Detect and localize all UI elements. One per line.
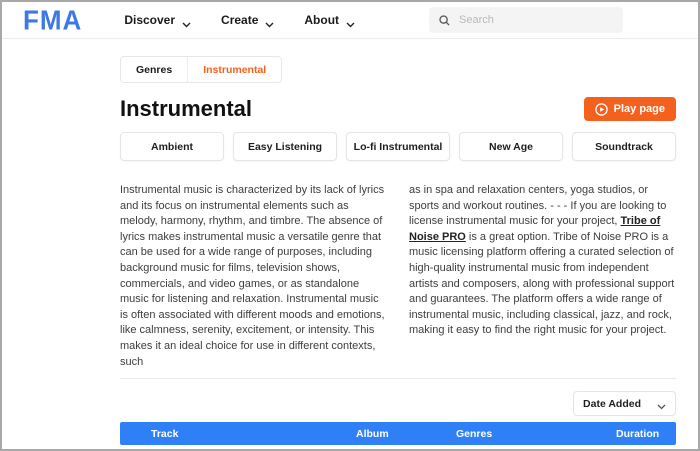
sort-row: Date Added: [120, 391, 676, 416]
chevron-down-icon: [182, 17, 191, 23]
breadcrumb-instrumental[interactable]: Instrumental: [187, 57, 281, 82]
description-left-column: Instrumental music is characterized by i…: [120, 183, 387, 370]
nav-item-about[interactable]: About: [304, 13, 355, 27]
nav-item-create[interactable]: Create: [221, 13, 274, 27]
main-content: Genres Instrumental Instrumental Play pa…: [120, 39, 676, 451]
page-title: Instrumental: [120, 96, 252, 122]
chevron-down-icon: [265, 17, 274, 23]
subgenre-filters: Ambient Easy Listening Lo-fi Instrumenta…: [120, 132, 676, 161]
play-circle-icon: [595, 103, 608, 116]
chevron-down-icon: [346, 17, 355, 23]
nav-item-label: Create: [221, 13, 258, 27]
table-header-row: Track Album Genres Duration: [120, 422, 676, 445]
column-header-duration: Duration: [616, 428, 680, 440]
track-table: Track Album Genres Duration Orch. Min. #…: [120, 422, 676, 451]
fma-logo[interactable]: FMA: [23, 6, 82, 33]
search-icon: [439, 15, 450, 26]
play-page-button[interactable]: Play page: [584, 97, 676, 121]
description-text: is a great option. Tribe of Noise PRO is…: [409, 231, 674, 337]
filter-easy-listening[interactable]: Easy Listening: [233, 132, 337, 161]
title-row: Instrumental Play page: [120, 96, 676, 122]
nav-item-label: About: [304, 13, 339, 27]
nav-menu: Discover Create About: [124, 13, 355, 27]
fma-instrumental-page: FMA Discover Create About: [0, 0, 700, 451]
sort-dropdown[interactable]: Date Added: [573, 391, 676, 416]
nav-item-label: Discover: [124, 13, 175, 27]
breadcrumb-genres[interactable]: Genres: [121, 57, 187, 82]
chevron-down-icon: [657, 401, 666, 407]
play-page-label: Play page: [614, 103, 665, 115]
column-header-track: Track: [120, 428, 356, 440]
filter-lofi-instrumental[interactable]: Lo-fi Instrumental: [346, 132, 450, 161]
sort-selected-value: Date Added: [583, 398, 641, 410]
genre-description: Instrumental music is characterized by i…: [120, 183, 676, 370]
column-header-album: Album: [356, 428, 456, 440]
breadcrumb: Genres Instrumental: [120, 56, 282, 83]
column-header-genres: Genres: [456, 428, 616, 440]
nav-item-discover[interactable]: Discover: [124, 13, 191, 27]
filter-new-age[interactable]: New Age: [459, 132, 563, 161]
filter-soundtrack[interactable]: Soundtrack: [572, 132, 676, 161]
filter-ambient[interactable]: Ambient: [120, 132, 224, 161]
search-input[interactable]: [459, 14, 613, 26]
description-right-column: as in spa and relaxation centers, yoga s…: [409, 183, 676, 370]
section-divider: [120, 378, 676, 379]
top-nav: FMA Discover Create About: [2, 2, 698, 39]
search-box[interactable]: [429, 7, 623, 33]
